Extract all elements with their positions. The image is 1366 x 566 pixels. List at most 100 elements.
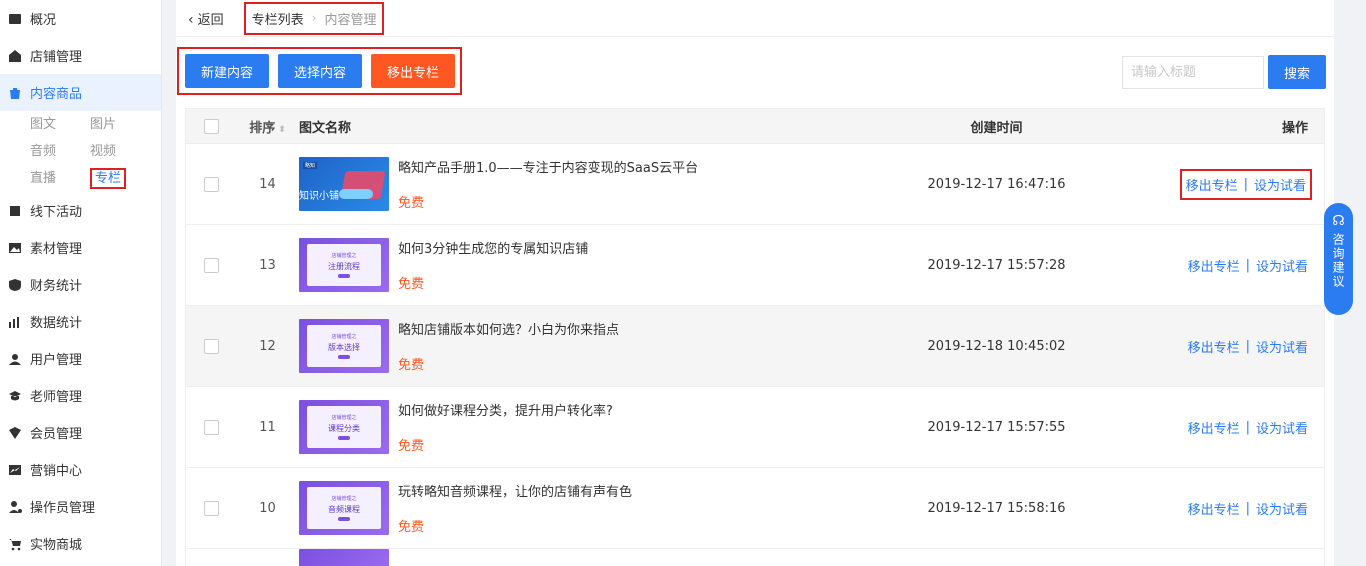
sidebar-item-label: 用户管理: [30, 353, 83, 368]
main-panel: 返回 专栏列表 › 内容管理 新建内容 选择内容 移出专栏 搜索 排序⬍ 图文名…: [176, 0, 1334, 566]
content-title[interactable]: 如何做好课程分类，提升用户转化率?: [398, 400, 613, 419]
table-row-partial: [186, 548, 1324, 566]
price-label: 免费: [398, 277, 425, 292]
content-title[interactable]: 略知产品手册1.0——专注于内容变现的SaaS云平台: [398, 157, 698, 176]
remove-from-column-link[interactable]: 移出专栏: [1188, 418, 1240, 437]
submenu-item[interactable]: 视频: [90, 138, 150, 165]
finance-icon: [8, 278, 22, 292]
remove-from-column-link[interactable]: 移出专栏: [1186, 175, 1238, 194]
thumbnail-button-graphic: [338, 355, 350, 359]
submenu-item[interactable]: 直播: [30, 165, 90, 192]
set-trial-link[interactable]: 设为试看: [1256, 256, 1308, 275]
sort-icon[interactable]: ⬍: [278, 125, 286, 135]
select-all-checkbox[interactable]: [203, 118, 219, 134]
thumbnail-tag: 店铺管理之: [331, 496, 357, 502]
sidebar-item-content[interactable]: 内容商品: [0, 74, 161, 111]
sidebar-item-label: 会员管理: [30, 427, 83, 442]
remove-from-column-link[interactable]: 移出专栏: [1188, 499, 1240, 518]
created-time: 2019-12-17 15:58:16: [927, 500, 1066, 516]
row-checkbox[interactable]: [203, 500, 219, 516]
set-trial-link[interactable]: 设为试看: [1256, 499, 1308, 518]
sidebar-item-offline[interactable]: 线下活动: [0, 192, 161, 229]
chart-icon: [8, 315, 22, 329]
row-checkbox[interactable]: [203, 257, 219, 273]
remove-from-column-button[interactable]: 移出专栏: [371, 54, 456, 88]
sidebar-item-teachers[interactable]: 老师管理: [0, 377, 161, 414]
content-title[interactable]: 玩转略知音频课程，让你的店铺有声有色: [398, 481, 632, 500]
back-link[interactable]: 返回: [188, 9, 224, 28]
created-time: 2019-12-18 10:45:02: [927, 338, 1066, 354]
submenu-item-column[interactable]: 专栏: [90, 165, 150, 192]
sidebar-item-users[interactable]: 用户管理: [0, 340, 161, 377]
sidebar-item-store[interactable]: 店铺管理: [0, 37, 161, 74]
table-row: 11 店铺管理之 课程分类 如何做好课程分类，提升用户转化率? 免费 2019-1…: [186, 386, 1324, 467]
new-content-button[interactable]: 新建内容: [185, 54, 270, 88]
topbar: 返回 专栏列表 › 内容管理: [176, 0, 1334, 37]
thumbnail-tag: 店铺管理之: [331, 253, 357, 259]
sidebar-item-marketing[interactable]: 营销中心: [0, 451, 161, 488]
set-trial-link[interactable]: 设为试看: [1254, 175, 1306, 194]
row-actions: 移出专栏 | 设为试看: [1184, 493, 1312, 524]
breadcrumb-item-column-list[interactable]: 专栏列表: [252, 9, 304, 28]
row-checkbox[interactable]: [203, 176, 219, 192]
select-content-button[interactable]: 选择内容: [278, 54, 363, 88]
sidebar-item-label: 实物商城: [30, 538, 83, 553]
sidebar-item-data[interactable]: 数据统计: [0, 303, 161, 340]
operator-icon: [8, 500, 22, 514]
consult-advice-button[interactable]: ☊ 咨询建议: [1324, 203, 1353, 315]
thumbnail-title: 知识小铺: [299, 191, 339, 202]
sidebar-item-shop[interactable]: 实物商城: [0, 525, 161, 562]
row-order: 13: [259, 257, 276, 273]
row-checkbox[interactable]: [203, 419, 219, 435]
table-row: 14 略知 知识小铺 略知产品手册1.0——专注于内容变现的SaaS云平台 免费…: [186, 143, 1324, 224]
thumbnail-title: 版本选择: [328, 343, 360, 352]
breadcrumb-item-current: 内容管理: [324, 12, 377, 28]
set-trial-link[interactable]: 设为试看: [1256, 418, 1308, 437]
sidebar-item-operators[interactable]: 操作员管理: [0, 488, 161, 525]
remove-from-column-link[interactable]: 移出专栏: [1188, 337, 1240, 356]
sidebar-item-members[interactable]: 会员管理: [0, 414, 161, 451]
time-header: 创建时间: [970, 120, 1023, 136]
search-button[interactable]: 搜索: [1268, 55, 1326, 89]
submenu-item[interactable]: 音频: [30, 138, 90, 165]
sidebar-item-label: 线下活动: [30, 205, 83, 220]
breadcrumb: 专栏列表 › 内容管理: [243, 1, 385, 35]
table-header: 排序 ⬍ 图文名称 创建时间 操作: [186, 109, 1324, 143]
remove-from-column-link[interactable]: 移出专栏: [1188, 256, 1240, 275]
sidebar: 概况 店铺管理 内容商品 图文 图片 音频 视频 直播 专栏 线下活动 素材管理…: [0, 0, 162, 566]
price-label: 免费: [398, 358, 425, 373]
created-time: 2019-12-17 16:47:16: [927, 176, 1066, 192]
submenu-item[interactable]: 图片: [90, 111, 150, 138]
price-label: 免费: [398, 196, 425, 211]
content-submenu: 图文 图片 音频 视频 直播 专栏: [0, 111, 161, 192]
content-title[interactable]: 略知店铺版本如何选？小白为你来指点: [398, 319, 619, 338]
thumbnail-title: 注册流程: [328, 262, 360, 271]
content-thumbnail: 店铺管理之 版本选择: [299, 319, 389, 373]
created-time: 2019-12-17 15:57:55: [927, 419, 1066, 435]
thumbnail-title: 音频课程: [328, 505, 360, 514]
thumbnail-tag: 店铺管理之: [331, 415, 357, 421]
set-trial-link[interactable]: 设为试看: [1256, 337, 1308, 356]
sidebar-item-label: 概况: [30, 13, 57, 28]
thumbnail-title: 课程分类: [328, 424, 360, 433]
sidebar-item-label: 操作员管理: [30, 501, 96, 516]
action-separator: |: [1245, 419, 1250, 435]
submenu-item[interactable]: 图文: [30, 111, 90, 138]
action-toolbar: 新建内容 选择内容 移出专栏: [177, 47, 462, 95]
sidebar-item-materials[interactable]: 素材管理: [0, 229, 161, 266]
sidebar-item-label: 老师管理: [30, 390, 83, 405]
content-title[interactable]: 如何3分钟生成您的专属知识店铺: [398, 238, 588, 257]
headset-icon: ☊: [1332, 213, 1345, 229]
sidebar-item-finance[interactable]: 财务统计: [0, 266, 161, 303]
user-icon: [8, 352, 22, 366]
marketing-icon: [8, 463, 22, 477]
search-input[interactable]: [1122, 56, 1264, 89]
image-icon: [8, 241, 22, 255]
sidebar-item-overview[interactable]: 概况: [0, 0, 161, 37]
thumbnail-tag: 略知: [303, 162, 318, 169]
row-checkbox[interactable]: [203, 338, 219, 354]
created-time: 2019-12-17 15:57:28: [927, 257, 1066, 273]
sidebar-item-label: 店铺管理: [30, 50, 83, 65]
submenu-item-label: 专栏: [90, 168, 127, 189]
order-header[interactable]: 排序 ⬍: [236, 117, 299, 136]
